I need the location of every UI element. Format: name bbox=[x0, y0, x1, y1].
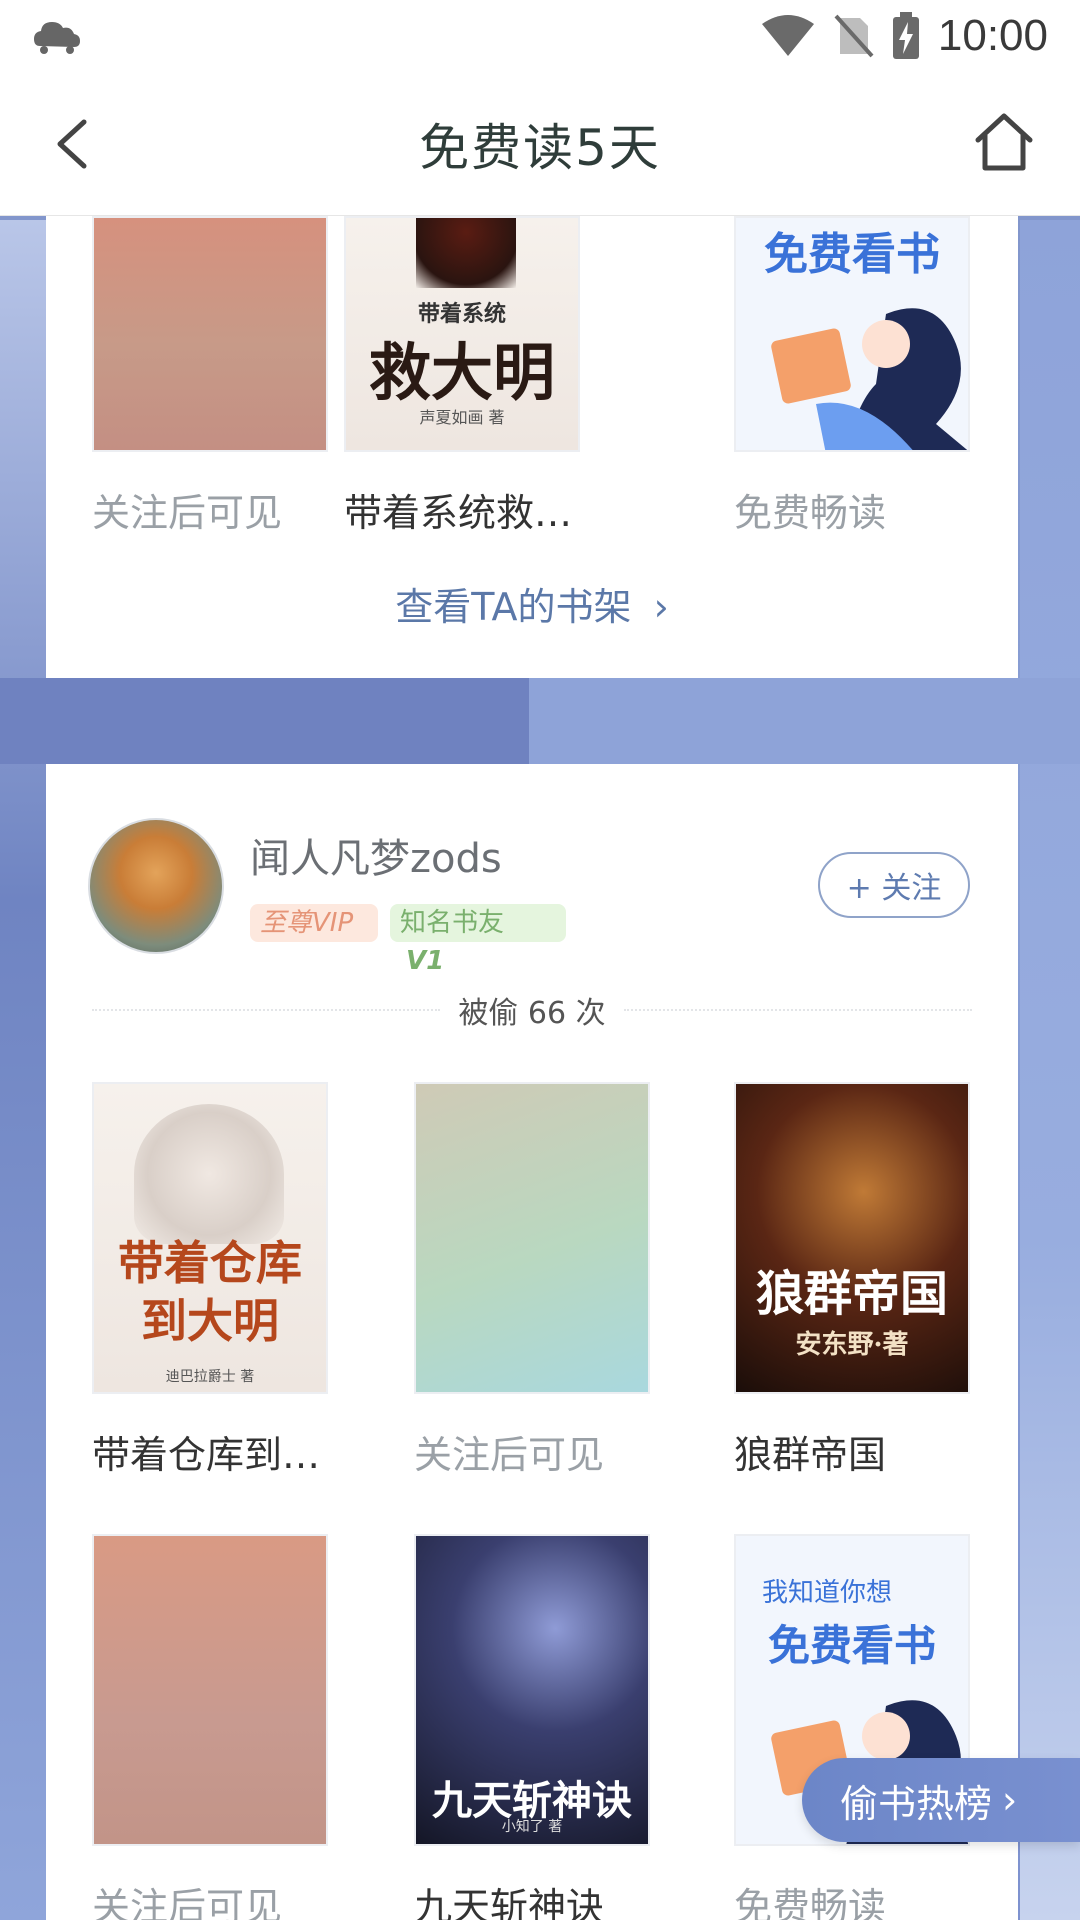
follow-button[interactable]: + 关注 bbox=[818, 852, 970, 918]
steal-rank-button[interactable]: 偷书热榜 › bbox=[802, 1758, 1080, 1842]
avatar[interactable] bbox=[88, 818, 224, 954]
background-right-decoration bbox=[1020, 220, 1080, 1920]
no-sim-icon bbox=[834, 14, 874, 58]
user-bookshelf-card: 闻人凡梦zods 至尊VIP 知名书友 V1 + 关注 被偷 66 次 带着仓库… bbox=[46, 764, 1018, 1920]
view-shelf-link[interactable]: 查看TA的书架 › bbox=[46, 576, 1018, 631]
book-item[interactable]: 带着仓库到大明 迪巴拉爵士 著 带着仓库到… bbox=[92, 1082, 328, 1479]
book-item[interactable]: 关注后可见 bbox=[414, 1082, 650, 1479]
promo-headline: 免费看书 bbox=[764, 229, 940, 280]
stolen-count-row: 被偷 66 次 bbox=[92, 990, 972, 1031]
chevron-right-icon: › bbox=[653, 585, 669, 629]
promo-subline: 我知道你想 bbox=[762, 1578, 893, 1608]
cover-author: 安东野·著 bbox=[795, 1330, 909, 1360]
book-cover[interactable]: 带着仓库到大明 迪巴拉爵士 著 bbox=[92, 1082, 328, 1394]
wifi-icon bbox=[761, 15, 814, 56]
stolen-count: 被偷 66 次 bbox=[458, 996, 606, 1031]
username[interactable]: 闻人凡梦zods bbox=[250, 826, 502, 884]
battery-charging-icon bbox=[892, 12, 919, 59]
cover-title: 救大明 bbox=[368, 336, 555, 409]
follow-button-label: + 关注 bbox=[846, 871, 942, 906]
reader-level-value: V1 bbox=[406, 946, 445, 976]
book-title: 狼群帝国 bbox=[734, 1433, 887, 1477]
status-time: 10:00 bbox=[937, 11, 1048, 60]
book-title: 关注后可见 bbox=[92, 491, 283, 535]
book-title: 关注后可见 bbox=[92, 1885, 283, 1920]
promo-headline: 免费看书 bbox=[767, 1621, 936, 1670]
book-cover[interactable]: 带着系统 救大明 声夏如画 著 bbox=[344, 216, 580, 452]
reader-level-badge: 知名书友 V1 bbox=[390, 904, 566, 976]
book-title: 免费畅读 bbox=[734, 491, 887, 535]
cover-figure bbox=[134, 1104, 284, 1244]
book-cover-promo[interactable]: 免费看书 bbox=[734, 216, 970, 452]
view-shelf-label: 查看TA的书架 bbox=[395, 585, 632, 629]
status-bar: 10:00 bbox=[0, 0, 1080, 72]
book-title: 免费畅读 bbox=[734, 1885, 887, 1920]
book-item[interactable]: 关注后可见 bbox=[92, 1534, 328, 1920]
book-item[interactable]: 狼群帝国 安东野·著 狼群帝国 bbox=[734, 1082, 970, 1479]
cover-author: 小知了 著 bbox=[501, 1819, 563, 1835]
book-item[interactable]: 免费看书 免费畅读 bbox=[734, 132, 970, 537]
vip-badge: 至尊VIP bbox=[250, 904, 378, 942]
home-button[interactable] bbox=[972, 110, 1036, 174]
reading-girl-illustration bbox=[771, 308, 968, 450]
cover-author: 声夏如画 著 bbox=[419, 408, 505, 427]
book-title: 带着系统救… bbox=[344, 491, 573, 535]
book-cover-hidden[interactable] bbox=[92, 1534, 328, 1846]
book-cover[interactable]: 九天斩神诀 小知了 著 bbox=[414, 1534, 650, 1846]
reader-level-label: 知名书友 bbox=[400, 908, 505, 938]
cover-title: 带着仓库到大明 bbox=[118, 1236, 302, 1348]
book-cover-hidden[interactable] bbox=[92, 216, 328, 452]
book-title: 关注后可见 bbox=[414, 1433, 605, 1477]
cover-title: 狼群帝国 bbox=[755, 1266, 948, 1322]
home-icon bbox=[975, 113, 1033, 171]
steal-rank-label: 偷书热榜 bbox=[840, 1781, 993, 1826]
cover-author: 迪巴拉爵士 著 bbox=[165, 1369, 255, 1385]
chevron-right-icon: › bbox=[1002, 1778, 1018, 1822]
cover-figure bbox=[416, 218, 516, 288]
book-item[interactable]: 九天斩神诀 小知了 著 九天斩神诀 bbox=[414, 1534, 650, 1920]
book-item[interactable]: 我知道你想 免费看书 免费畅读 bbox=[734, 1534, 970, 1920]
book-item[interactable]: 关注后可见 bbox=[92, 132, 328, 537]
book-cover-hidden[interactable] bbox=[414, 1082, 650, 1394]
background-band bbox=[0, 678, 1080, 764]
book-cover[interactable]: 狼群帝国 安东野·著 bbox=[734, 1082, 970, 1394]
book-title: 带着仓库到… bbox=[92, 1433, 321, 1477]
book-item[interactable]: 带着系统 救大明 声夏如画 著 带着系统救… bbox=[344, 132, 580, 537]
vip-badge-label: 至尊VIP bbox=[260, 908, 354, 938]
book-title: 九天斩神诀 bbox=[414, 1885, 605, 1920]
cloud-icon bbox=[34, 22, 80, 54]
bookshelf-card-previous: 关注后可见 带着系统 救大明 声夏如画 著 带着系统救… 免费看书 免费畅读 查… bbox=[46, 216, 1018, 678]
